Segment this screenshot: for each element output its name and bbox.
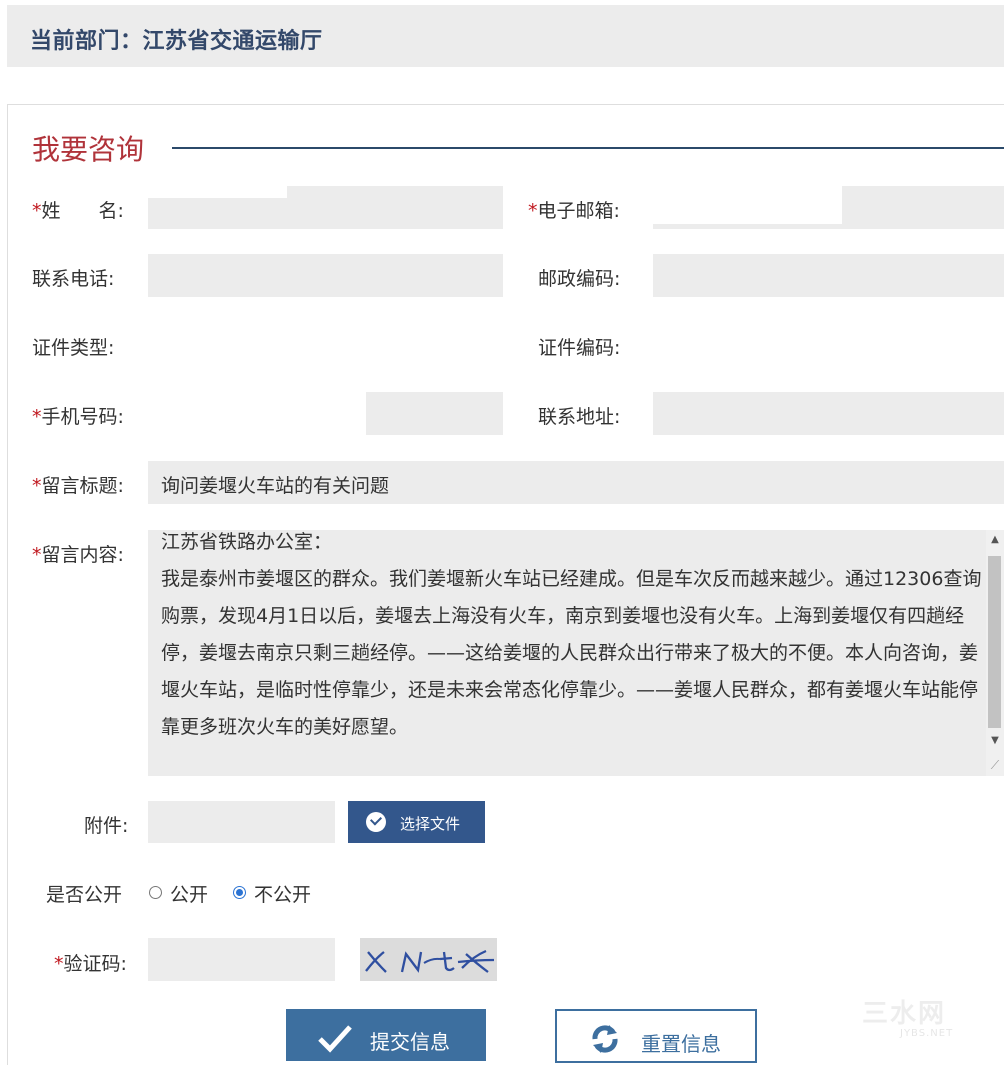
address-field[interactable] [653,392,1004,435]
public-radio[interactable] [149,886,162,899]
refresh-icon [592,1025,618,1053]
content-label: *留言内容: [32,544,124,566]
choose-file-label: 选择文件 [400,815,461,833]
reset-label: 重置信息 [641,1032,721,1056]
mobile-label: *手机号码: [32,406,124,428]
name-label: *姓 名: [32,200,124,222]
id-number-label: 证件编码: [538,337,621,359]
mobile-field[interactable] [366,392,503,435]
scroll-up-icon[interactable]: ▲ [986,534,1004,545]
private-option-label[interactable]: 不公开 [254,880,311,907]
scroll-down-icon[interactable]: ▼ [986,735,1004,746]
phone-field[interactable] [148,254,503,297]
captcha-image[interactable] [360,938,497,981]
postcode-label: 邮政编码: [538,268,621,290]
checkmark-icon [318,1025,352,1053]
subject-label: *留言标题: [32,475,124,497]
watermark-sub: JYBS.NET [900,1028,954,1039]
captcha-field[interactable] [148,938,335,981]
watermark: 三水网 [862,999,947,1029]
email-label: *电子邮箱: [528,200,620,222]
textarea-scrollbar[interactable]: ▲ ▼ ⟋ [986,530,1004,776]
subject-value: 询问姜堰火车站的有关问题 [161,475,390,497]
captcha-glyphs [365,949,495,973]
id-type-select[interactable] [148,322,503,365]
check-circle-icon [366,812,386,832]
department-bar: 当前部门：江苏省交通运输厅 [7,5,1004,67]
email-field-mask [653,186,842,224]
id-number-field[interactable] [653,322,1004,365]
public-label: 是否公开 [46,884,123,906]
public-option-label[interactable]: 公开 [170,880,208,907]
content-line: 我是泰州市姜堰区的群众。我们姜堰新火车站已经建成。但是车次反而越来越少。通过12… [161,568,982,738]
section-divider [172,147,1004,149]
content-textarea[interactable]: 江苏省铁路办公室： 我是泰州市姜堰区的群众。我们姜堰新火车站已经建成。但是车次反… [148,530,1004,776]
department-title: 当前部门：江苏省交通运输厅 [30,29,323,54]
phone-label: 联系电话: [32,268,115,290]
content-line: 江苏省铁路办公室： [161,531,333,553]
postcode-field[interactable] [653,254,1004,297]
id-type-label: 证件类型: [32,337,115,359]
scrollbar-thumb[interactable] [988,556,1001,728]
captcha-label: *验证码: [54,953,127,975]
attachment-label: 附件: [84,815,129,837]
subject-field[interactable]: 询问姜堰火车站的有关问题 [148,461,1004,504]
address-label: 联系地址: [538,406,621,428]
section-title: 我要咨询 [32,133,145,166]
resize-grip-icon[interactable]: ⟋ [986,758,1004,773]
content-text: 江苏省铁路办公室： 我是泰州市姜堰区的群众。我们姜堰新火车站已经建成。但是车次反… [161,530,983,746]
choose-file-button[interactable]: 选择文件 [348,801,485,843]
submit-label: 提交信息 [370,1030,450,1054]
name-field-mask [148,186,287,198]
private-radio[interactable] [233,886,246,899]
attachment-field[interactable] [148,801,335,843]
submit-button[interactable]: 提交信息 [286,1009,486,1061]
